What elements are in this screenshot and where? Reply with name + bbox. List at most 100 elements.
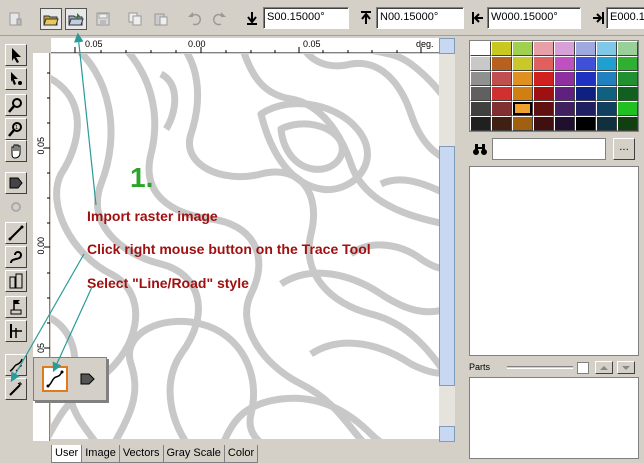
color-swatch[interactable] bbox=[596, 56, 617, 71]
parts-list[interactable] bbox=[469, 377, 639, 459]
color-swatch[interactable] bbox=[596, 101, 617, 116]
color-swatch[interactable] bbox=[491, 101, 512, 116]
west-coordinate-field[interactable]: W000.15000° bbox=[487, 7, 581, 29]
north-coordinate-field[interactable]: N00.15000° bbox=[376, 7, 464, 29]
redo-icon[interactable] bbox=[208, 8, 230, 30]
color-swatch[interactable] bbox=[554, 86, 575, 101]
point-symbol-tool[interactable] bbox=[5, 296, 27, 318]
color-swatch[interactable] bbox=[596, 86, 617, 101]
color-swatch[interactable] bbox=[575, 41, 596, 56]
disabled-tool-icon bbox=[5, 196, 27, 218]
scrollbar-thumb[interactable] bbox=[439, 146, 455, 386]
color-swatch[interactable] bbox=[491, 56, 512, 71]
color-swatch[interactable] bbox=[512, 56, 533, 71]
line-tool[interactable] bbox=[5, 222, 27, 244]
undo-icon[interactable] bbox=[184, 8, 206, 30]
scroll-up-button[interactable] bbox=[439, 38, 455, 54]
color-swatch[interactable] bbox=[533, 56, 554, 71]
color-swatch[interactable] bbox=[617, 101, 638, 116]
copy-icon[interactable] bbox=[124, 8, 146, 30]
color-swatch[interactable] bbox=[470, 56, 491, 71]
color-swatch[interactable] bbox=[470, 41, 491, 56]
tab-user[interactable]: User bbox=[51, 445, 83, 463]
color-swatch[interactable] bbox=[470, 101, 491, 116]
parts-splitter[interactable] bbox=[507, 366, 573, 369]
library-list[interactable] bbox=[469, 166, 639, 356]
color-swatch[interactable] bbox=[554, 41, 575, 56]
parts-checkbox[interactable] bbox=[577, 362, 589, 374]
color-swatch[interactable] bbox=[533, 101, 554, 116]
select-arrow-tool[interactable] bbox=[5, 44, 27, 66]
color-swatch[interactable] bbox=[470, 71, 491, 86]
color-swatch[interactable] bbox=[617, 86, 638, 101]
color-swatch[interactable] bbox=[533, 41, 554, 56]
color-swatch[interactable] bbox=[491, 41, 512, 56]
toolbox: 1 bbox=[0, 36, 30, 463]
color-swatch[interactable] bbox=[491, 86, 512, 101]
color-swatch[interactable] bbox=[617, 71, 638, 86]
zoom-area-tool[interactable]: 1 bbox=[5, 118, 27, 140]
color-swatch[interactable] bbox=[575, 86, 596, 101]
measure-tool[interactable] bbox=[5, 320, 27, 342]
color-swatch[interactable] bbox=[596, 116, 617, 131]
color-swatch[interactable] bbox=[554, 101, 575, 116]
color-swatch[interactable] bbox=[617, 56, 638, 71]
shape-tool[interactable] bbox=[5, 172, 27, 194]
color-swatch[interactable] bbox=[575, 116, 596, 131]
arrow-left-icon bbox=[472, 12, 483, 24]
color-swatch[interactable] bbox=[512, 101, 533, 116]
magic-wand-tool[interactable] bbox=[5, 378, 27, 400]
east-coordinate-field[interactable]: E000.1 bbox=[606, 7, 644, 29]
svg-text:1: 1 bbox=[15, 125, 18, 131]
area-style-button[interactable] bbox=[74, 366, 100, 392]
line-road-style-button[interactable] bbox=[42, 366, 68, 392]
pan-hand-tool[interactable] bbox=[5, 140, 27, 162]
instruction-2: Click right mouse button on the Trace To… bbox=[87, 241, 371, 257]
tab-gray-scale[interactable]: Gray Scale bbox=[162, 445, 225, 463]
building-tool[interactable] bbox=[5, 270, 27, 292]
parts-down-button[interactable] bbox=[617, 361, 635, 374]
color-swatch[interactable] bbox=[575, 71, 596, 86]
node-edit-tool[interactable] bbox=[5, 68, 27, 90]
color-swatch[interactable] bbox=[491, 116, 512, 131]
parts-header: Parts bbox=[469, 361, 639, 375]
browse-button[interactable]: ... bbox=[613, 138, 635, 160]
color-swatch[interactable] bbox=[512, 116, 533, 131]
paste-icon[interactable] bbox=[150, 8, 172, 30]
import-raster-button[interactable] bbox=[65, 8, 87, 30]
tab-color[interactable]: Color bbox=[223, 445, 259, 463]
library-search-input[interactable] bbox=[492, 138, 606, 160]
scroll-down-button[interactable] bbox=[439, 426, 455, 442]
tab-image[interactable]: Image bbox=[81, 445, 120, 463]
zoom-tool[interactable] bbox=[5, 94, 27, 116]
step-number: 1. bbox=[130, 162, 154, 193]
save-icon[interactable] bbox=[92, 8, 114, 30]
color-swatch[interactable] bbox=[533, 71, 554, 86]
color-swatch[interactable] bbox=[575, 101, 596, 116]
color-swatch[interactable] bbox=[491, 71, 512, 86]
vertical-scrollbar[interactable] bbox=[439, 38, 455, 442]
color-swatch[interactable] bbox=[470, 86, 491, 101]
color-swatch[interactable] bbox=[512, 71, 533, 86]
tab-vectors[interactable]: Vectors bbox=[118, 445, 164, 463]
trace-style-flyout bbox=[33, 357, 107, 401]
color-swatch[interactable] bbox=[533, 86, 554, 101]
color-swatch[interactable] bbox=[470, 116, 491, 131]
color-swatch[interactable] bbox=[533, 116, 554, 131]
color-swatch[interactable] bbox=[554, 116, 575, 131]
color-swatch[interactable] bbox=[596, 41, 617, 56]
color-swatch[interactable] bbox=[575, 56, 596, 71]
parts-up-button[interactable] bbox=[595, 361, 613, 374]
color-swatch[interactable] bbox=[596, 71, 617, 86]
new-document-icon[interactable] bbox=[4, 8, 26, 30]
curve-tool[interactable] bbox=[5, 246, 27, 268]
color-swatch[interactable] bbox=[512, 41, 533, 56]
color-swatch[interactable] bbox=[617, 41, 638, 56]
south-coordinate-field[interactable]: S00.15000° bbox=[263, 7, 349, 29]
color-swatch[interactable] bbox=[617, 116, 638, 131]
trace-tool[interactable] bbox=[5, 354, 27, 376]
open-file-button[interactable] bbox=[40, 8, 62, 30]
color-swatch[interactable] bbox=[512, 86, 533, 101]
color-swatch[interactable] bbox=[554, 56, 575, 71]
color-swatch[interactable] bbox=[554, 71, 575, 86]
